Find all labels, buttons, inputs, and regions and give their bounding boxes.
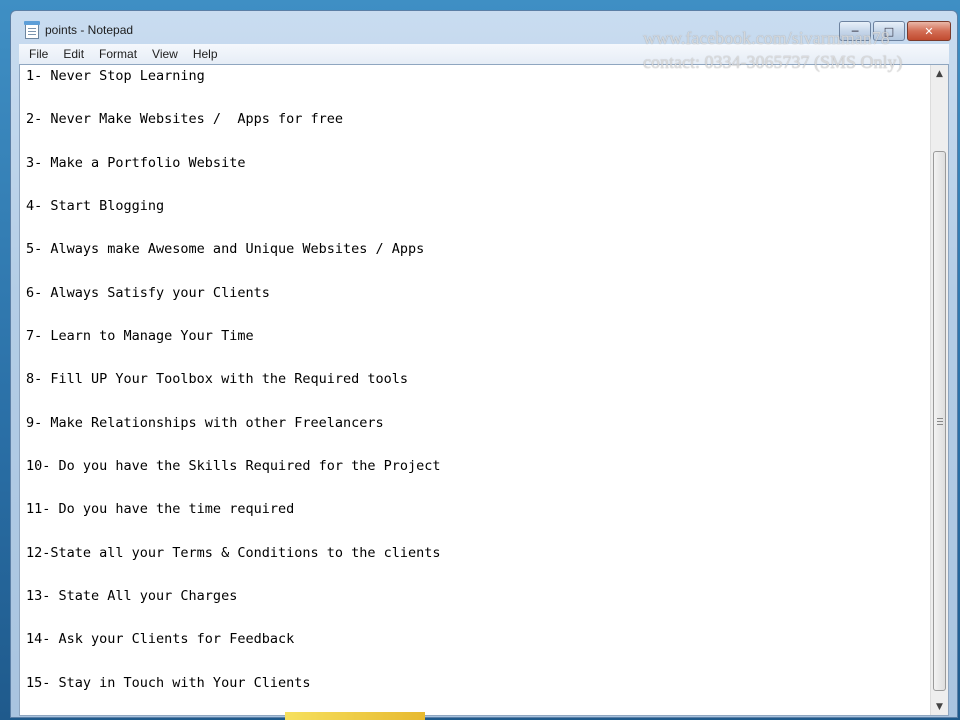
close-button[interactable]: ✕ [907,21,951,41]
vertical-scrollbar[interactable]: ▲ ▼ [930,65,948,715]
watermark: www.facebook.com/sivarmman78 contact: 03… [643,26,902,74]
grip-icon [937,418,943,425]
scroll-down-arrow-icon[interactable]: ▼ [931,698,948,715]
text-line: 5- Always make Awesome and Unique Websit… [26,241,425,258]
notepad-window: points - Notepad ─ □ ✕ File Edit Format … [10,10,958,718]
watermark-contact: contact: 0334-3065737 (SMS Only) [643,52,903,72]
text-line: 15- Stay in Touch with Your Clients [26,674,311,691]
document-text[interactable]: 1- Never Stop Learning 2- Never Make Web… [20,65,928,715]
menu-view[interactable]: View [152,47,178,61]
text-line: 12-State all your Terms & Conditions to … [26,544,441,561]
text-line: 1- Never Stop Learning [26,68,205,84]
text-line: 10- Do you have the Skills Required for … [26,458,441,475]
menu-file[interactable]: File [29,47,48,61]
notepad-icon[interactable] [24,21,40,39]
text-editor[interactable]: 1- Never Stop Learning 2- Never Make Web… [19,64,949,716]
text-line: 3- Make a Portfolio Website [26,154,246,171]
text-line: 2- Never Make Websites / Apps for free [26,111,343,128]
text-line: 4- Start Blogging [26,198,165,215]
close-icon: ✕ [924,24,934,38]
text-line: 9- Make Relationships with other Freelan… [26,414,384,431]
text-line: 6- Always Satisfy your Clients [26,284,270,301]
text-line: 14- Ask your Clients for Feedback [26,631,295,648]
text-line: 11- Do you have the time required [26,501,295,518]
scroll-thumb[interactable] [933,151,946,691]
menu-help[interactable]: Help [193,47,218,61]
menu-edit[interactable]: Edit [63,47,84,61]
taskbar-highlight [285,712,425,720]
watermark-facebook: www.facebook.com/sivarmman78 [643,28,890,48]
text-line: 8- Fill UP Your Toolbox with the Require… [26,371,409,388]
text-line: 7- Learn to Manage Your Time [26,328,254,345]
menu-format[interactable]: Format [99,47,137,61]
window-title: points - Notepad [45,23,134,37]
text-line: 13- State All your Charges [26,588,238,605]
scroll-up-arrow-icon[interactable]: ▲ [931,65,948,82]
